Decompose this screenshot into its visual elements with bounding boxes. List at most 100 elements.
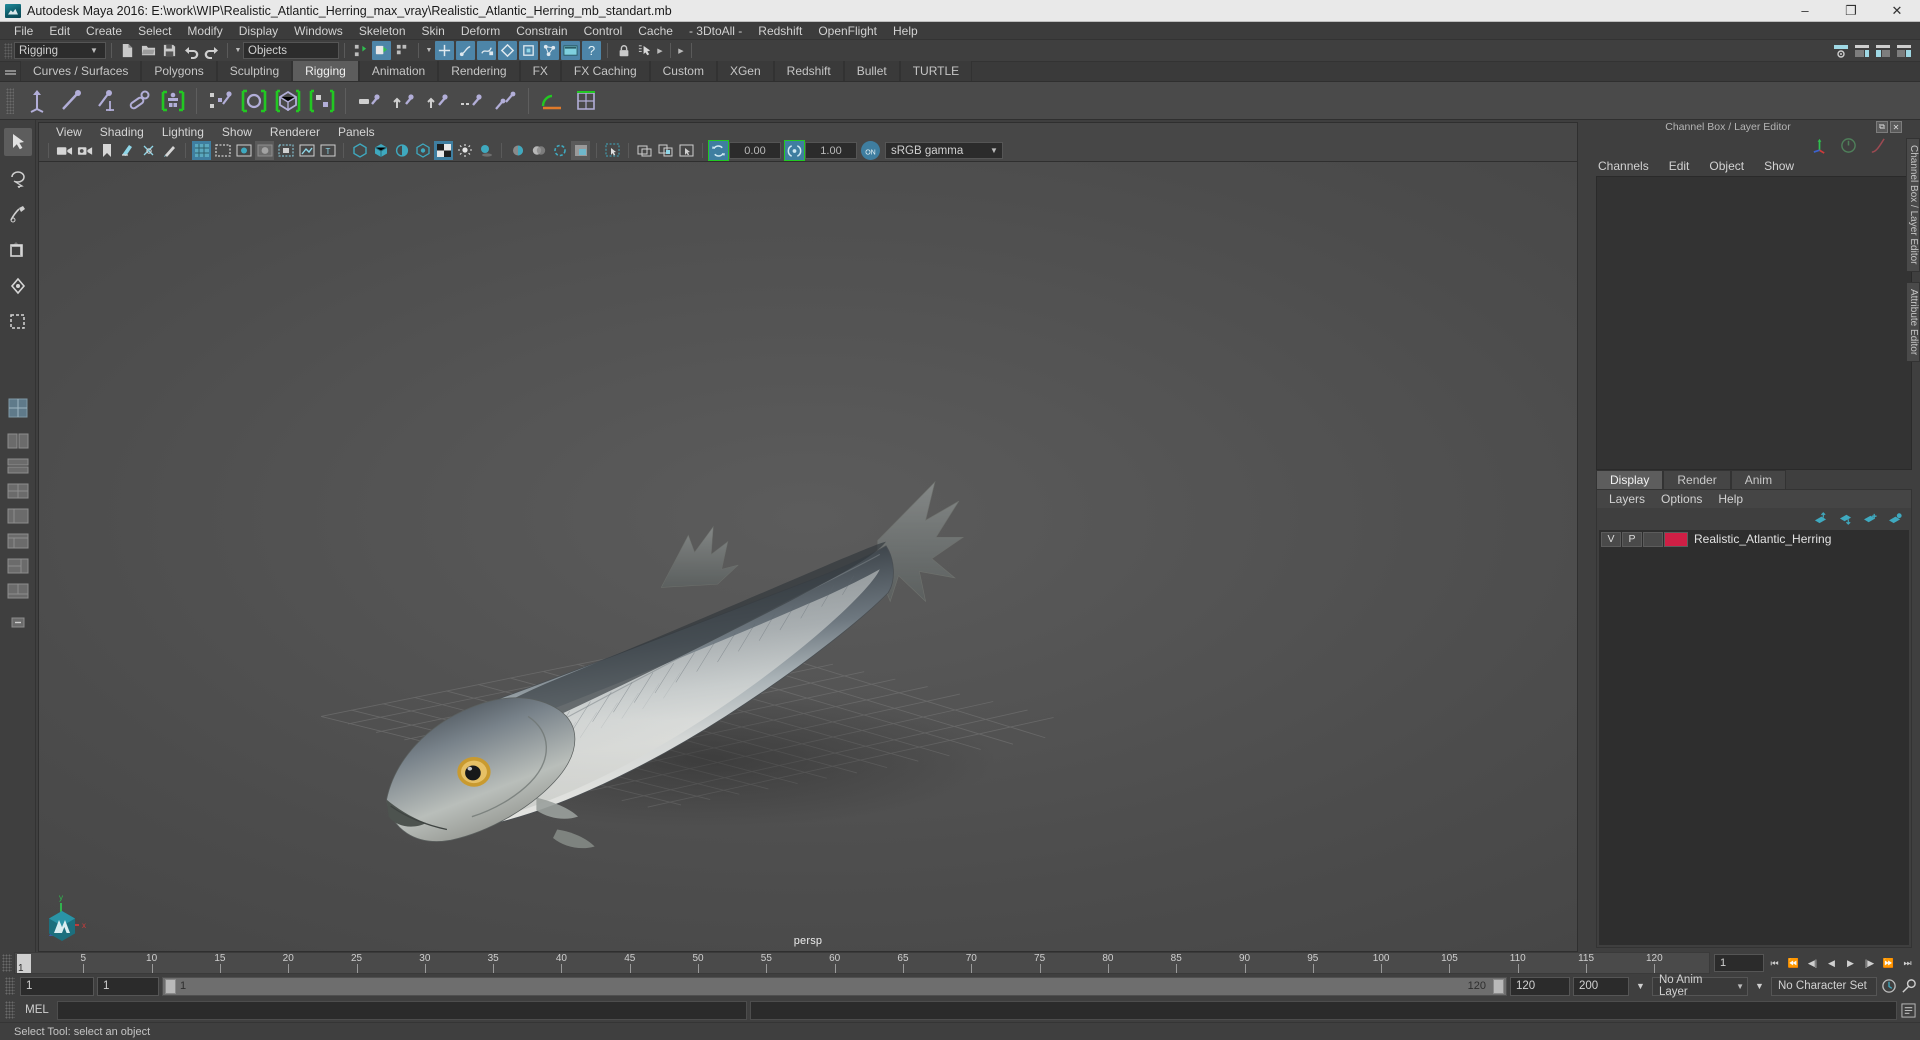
- motion-blur-icon[interactable]: [529, 141, 548, 160]
- range-slider[interactable]: 1 120: [162, 976, 1507, 996]
- shelf-tab-curves-surfaces[interactable]: Curves / Surfaces: [20, 61, 142, 81]
- smooth-shading-icon[interactable]: [255, 141, 274, 160]
- use-default-material-icon[interactable]: [434, 141, 453, 160]
- persp-viewport[interactable]: persp y x z: [38, 162, 1578, 952]
- character-set-selector[interactable]: No Character Set: [1771, 976, 1877, 996]
- create-joint-icon[interactable]: [21, 85, 53, 117]
- show-hide-attribute-editor-icon[interactable]: [1852, 41, 1871, 60]
- channelbox-menu-edit[interactable]: Edit: [1659, 156, 1700, 176]
- open-scene-icon[interactable]: [139, 41, 158, 60]
- detach-skin-icon[interactable]: [306, 85, 338, 117]
- step-back-frame-icon[interactable]: ◀|: [1804, 954, 1821, 972]
- select-tool-icon[interactable]: [3, 128, 32, 156]
- shelf-tab-animation[interactable]: Animation: [358, 61, 439, 81]
- field-arrow-left-icon[interactable]: ▶: [655, 47, 665, 55]
- display-textures-icon[interactable]: [635, 141, 654, 160]
- layer-row[interactable]: V P Realistic_Atlantic_Herring: [1599, 530, 1909, 548]
- viewport-menu-lighting[interactable]: Lighting: [153, 123, 213, 141]
- viewport-layout-outliner-icon[interactable]: [5, 505, 31, 527]
- orient-constraint-icon[interactable]: [421, 85, 453, 117]
- menu-3dtoall[interactable]: - 3DtoAll -: [681, 22, 750, 40]
- deform-blendshape-icon[interactable]: [536, 85, 568, 117]
- shelf-tab-rendering[interactable]: Rendering: [438, 61, 520, 81]
- current-frame-field[interactable]: 1: [1714, 954, 1764, 972]
- layer-playback-toggle[interactable]: P: [1622, 531, 1642, 547]
- viewport-layout-more-icon[interactable]: [5, 611, 31, 633]
- scale-tool-icon[interactable]: [4, 308, 32, 336]
- snap-arrow-icon[interactable]: ▼: [424, 47, 434, 54]
- move-tool-icon[interactable]: [4, 236, 32, 264]
- channelbox-menu-object[interactable]: Object: [1699, 156, 1754, 176]
- wireframe-shading-icon[interactable]: [234, 141, 253, 160]
- layer-tab-display[interactable]: Display: [1596, 470, 1664, 489]
- snap-to-projected-center-icon[interactable]: [498, 41, 517, 60]
- go-to-start-icon[interactable]: ⏮: [1766, 954, 1783, 972]
- maximize-button[interactable]: ❐: [1828, 0, 1874, 22]
- image-plane-icon[interactable]: [118, 141, 137, 160]
- twopoint-resolution-gate-icon[interactable]: [139, 141, 158, 160]
- menu-display[interactable]: Display: [231, 22, 286, 40]
- current-time-indicator[interactable]: 1: [17, 954, 31, 973]
- shaded-cube-icon[interactable]: [371, 141, 390, 160]
- menuset-selector[interactable]: Rigging ▼: [14, 42, 106, 59]
- snap-to-view-plane-icon[interactable]: [519, 41, 538, 60]
- menu-create[interactable]: Create: [78, 22, 130, 40]
- range-slider-grip[interactable]: [5, 977, 15, 995]
- screen-space-ao-icon[interactable]: [508, 141, 527, 160]
- viewport-menu-panels[interactable]: Panels: [329, 123, 384, 141]
- menu-edit[interactable]: Edit: [41, 22, 78, 40]
- depth-of-field-icon[interactable]: [571, 141, 590, 160]
- step-forward-key-icon[interactable]: ⏩: [1880, 954, 1897, 972]
- time-slider-grip[interactable]: [2, 954, 12, 972]
- shelf-tab-xgen[interactable]: XGen: [716, 61, 774, 81]
- shelf-grip[interactable]: [6, 87, 14, 114]
- create-ik-handle-icon[interactable]: [55, 85, 87, 117]
- xray-shading-icon[interactable]: [350, 141, 369, 160]
- multisample-aa-icon[interactable]: [550, 141, 569, 160]
- menu-skeleton[interactable]: Skeleton: [351, 22, 414, 40]
- anim-layer-selector[interactable]: No Anim Layer ▼: [1652, 974, 1748, 998]
- layer-menu-help[interactable]: Help: [1710, 490, 1751, 508]
- bind-skin-icon[interactable]: [204, 85, 236, 117]
- go-to-end-icon[interactable]: ⏭: [1899, 954, 1916, 972]
- range-start-field[interactable]: 1: [97, 976, 159, 996]
- menu-control[interactable]: Control: [576, 22, 631, 40]
- rotate-tool-icon[interactable]: [4, 272, 32, 300]
- parent-constraint-icon[interactable]: [353, 85, 385, 117]
- lock-icon[interactable]: [614, 41, 633, 60]
- texture-shading-icon[interactable]: [297, 141, 316, 160]
- field-arrow-right-icon[interactable]: ▶: [676, 47, 686, 55]
- shelf-tab-turtle[interactable]: TURTLE: [899, 61, 973, 81]
- create-ik-spline-handle-icon[interactable]: [89, 85, 121, 117]
- exposure-value-field[interactable]: 0.00: [729, 142, 781, 159]
- shadows-icon[interactable]: [476, 141, 495, 160]
- layer-menu-options[interactable]: Options: [1653, 490, 1710, 508]
- character-set-arrow-icon[interactable]: ▼: [1751, 977, 1768, 995]
- viewport-layout-four-panes-icon[interactable]: [5, 480, 31, 502]
- channelbox-menu-channels[interactable]: Channels: [1588, 156, 1659, 176]
- viewport-menu-shading[interactable]: Shading: [91, 123, 153, 141]
- new-scene-icon[interactable]: [118, 41, 137, 60]
- command-response-field[interactable]: [750, 1000, 1897, 1020]
- step-back-key-icon[interactable]: ⏪: [1785, 954, 1802, 972]
- aim-constraint-icon[interactable]: [489, 85, 521, 117]
- select-hierarchy-icon[interactable]: [351, 41, 370, 60]
- smooth-bind-icon[interactable]: [238, 85, 270, 117]
- construction-history-icon[interactable]: [540, 41, 559, 60]
- menu-cache[interactable]: Cache: [630, 22, 681, 40]
- paint-select-tool-icon[interactable]: [4, 200, 32, 228]
- shelf-tab-custom[interactable]: Custom: [649, 61, 717, 81]
- deform-lattice-icon[interactable]: [570, 85, 602, 117]
- snap-to-point-icon[interactable]: [477, 41, 496, 60]
- shelf-tab-fx[interactable]: FX: [519, 61, 561, 81]
- menu-skin[interactable]: Skin: [414, 22, 453, 40]
- redo-icon[interactable]: [202, 41, 221, 60]
- viewport-menu-renderer[interactable]: Renderer: [261, 123, 329, 141]
- select-by-name-icon[interactable]: [635, 41, 654, 60]
- menu-redshift[interactable]: Redshift: [750, 22, 810, 40]
- film-gate-icon[interactable]: [213, 141, 232, 160]
- select-camera-icon[interactable]: [55, 141, 74, 160]
- shelf-tab-sculpting[interactable]: Sculpting: [216, 61, 293, 81]
- menu-help[interactable]: Help: [885, 22, 926, 40]
- render-settings-icon[interactable]: ?: [582, 41, 601, 60]
